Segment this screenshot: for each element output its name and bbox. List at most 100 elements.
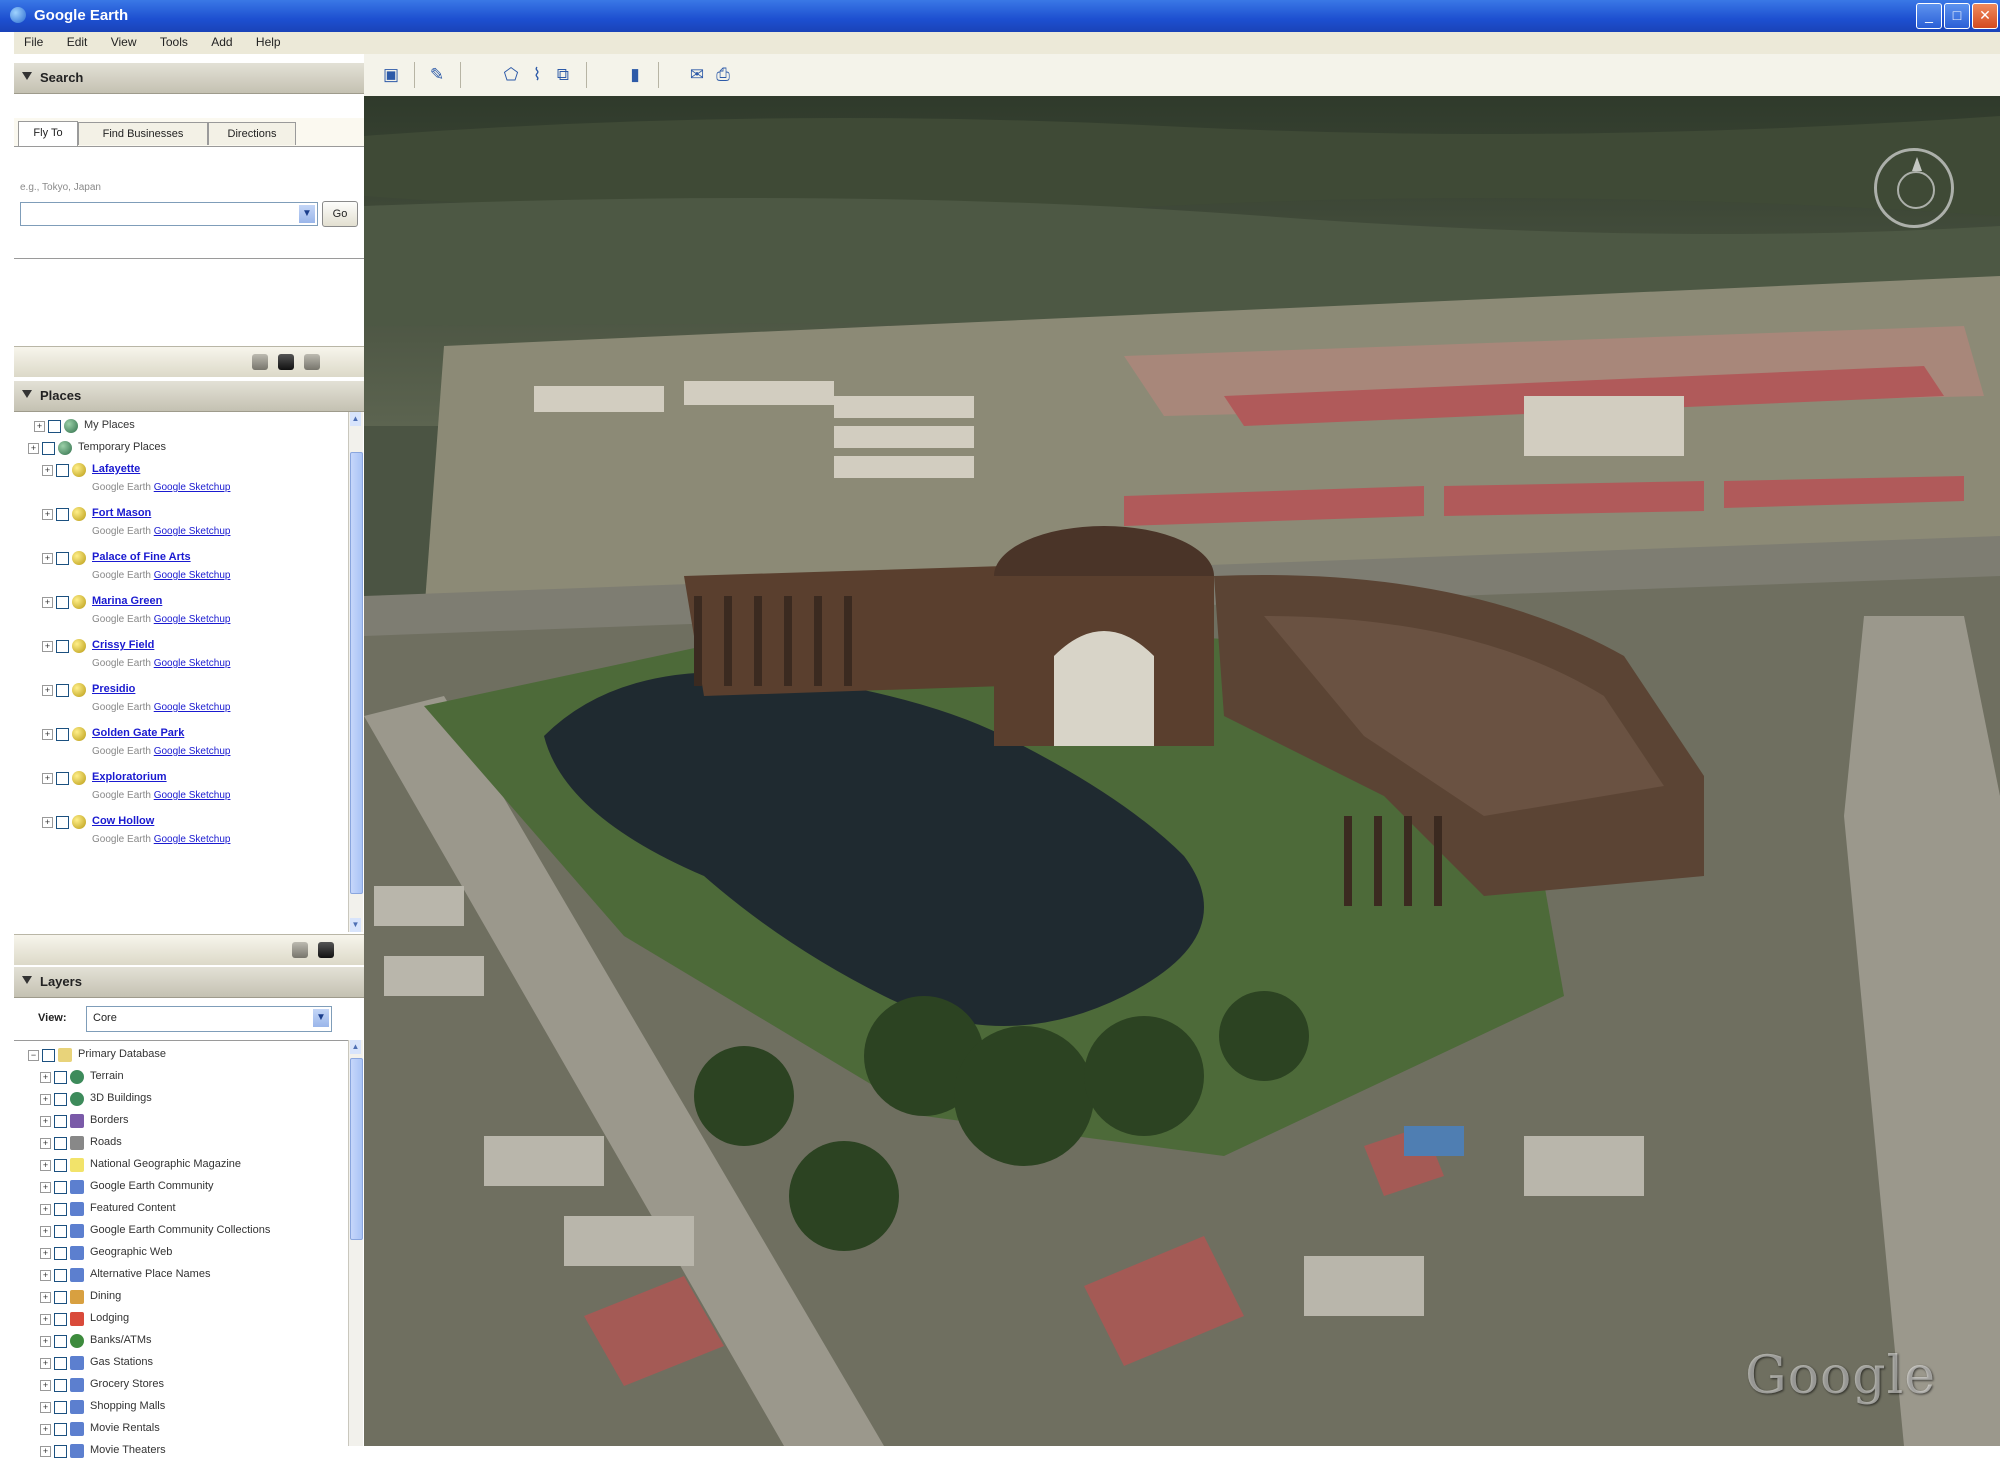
sidebar-toggle-icon[interactable]: ▣ [378, 62, 404, 88]
places-item-label[interactable]: Exploratorium [92, 771, 167, 783]
expand-toggle-icon[interactable]: + [42, 773, 53, 784]
collapse-arrow-icon[interactable] [22, 390, 32, 398]
chevron-down-icon[interactable]: ▼ [313, 1009, 329, 1027]
menu-edit[interactable]: Edit [57, 32, 98, 52]
clear-search-icon[interactable] [252, 354, 268, 370]
description-link[interactable]: Google Sketchup [154, 834, 231, 845]
description-link[interactable]: Google Sketchup [154, 790, 231, 801]
copy-to-places-icon[interactable] [278, 354, 294, 370]
places-item-label[interactable]: Golden Gate Park [92, 727, 184, 739]
layer-checkbox[interactable] [54, 1269, 67, 1282]
title-bar[interactable]: Google Earth _ □ ✕ [0, 0, 2000, 32]
expand-toggle-icon[interactable]: + [42, 509, 53, 520]
places-panel-header[interactable]: Places [14, 380, 364, 412]
layer-checkbox[interactable] [54, 1445, 67, 1458]
expand-toggle-icon[interactable]: + [40, 1314, 51, 1325]
expand-toggle-icon[interactable]: + [42, 597, 53, 608]
layer-checkbox[interactable] [54, 1137, 67, 1150]
menu-tools[interactable]: Tools [150, 32, 198, 52]
visibility-checkbox[interactable] [48, 420, 61, 433]
description-link[interactable]: Google Sketchup [154, 614, 231, 625]
visibility-checkbox[interactable] [42, 442, 55, 455]
expand-toggle-icon[interactable]: + [28, 443, 39, 454]
search-panel-header[interactable]: Search [14, 62, 364, 94]
tab-fly-to[interactable]: Fly To [18, 121, 78, 146]
layer-checkbox[interactable] [54, 1203, 67, 1216]
description-link[interactable]: Google Sketchup [154, 570, 231, 581]
places-item-label[interactable]: Crissy Field [92, 639, 154, 651]
tab-directions[interactable]: Directions [208, 122, 296, 145]
chevron-down-icon[interactable]: ▼ [299, 205, 315, 223]
expand-toggle-icon[interactable]: + [42, 641, 53, 652]
expand-toggle-icon[interactable]: + [40, 1336, 51, 1347]
expand-toggle-icon[interactable]: + [42, 685, 53, 696]
visibility-checkbox[interactable] [56, 596, 69, 609]
expand-toggle-icon[interactable]: + [40, 1402, 51, 1413]
expand-toggle-icon[interactable]: + [40, 1424, 51, 1435]
visibility-checkbox[interactable] [56, 684, 69, 697]
menu-view[interactable]: View [101, 32, 147, 52]
layer-checkbox[interactable] [54, 1379, 67, 1392]
layer-checkbox[interactable] [54, 1291, 67, 1304]
menu-file[interactable]: File [14, 32, 53, 52]
expand-toggle-icon[interactable]: + [40, 1182, 51, 1193]
minimize-button[interactable]: _ [1916, 3, 1942, 29]
layer-checkbox[interactable] [54, 1225, 67, 1238]
places-item-label[interactable]: Lafayette [92, 463, 140, 475]
expand-toggle-icon[interactable]: + [40, 1094, 51, 1105]
path-icon[interactable]: ⌇ [524, 62, 550, 88]
description-link[interactable]: Google Sketchup [154, 658, 231, 669]
maximize-button[interactable]: □ [1944, 3, 1970, 29]
menu-help[interactable]: Help [246, 32, 291, 52]
expand-toggle-icon[interactable]: + [40, 1204, 51, 1215]
collapse-arrow-icon[interactable] [22, 72, 32, 80]
print-icon[interactable]: ⎙ [710, 62, 736, 88]
expand-toggle-icon[interactable]: + [40, 1292, 51, 1303]
polygon-icon[interactable]: ⬠ [498, 62, 524, 88]
expand-toggle-icon[interactable]: + [40, 1270, 51, 1281]
layer-checkbox[interactable] [54, 1093, 67, 1106]
email-icon[interactable]: ✉ [684, 62, 710, 88]
visibility-checkbox[interactable] [56, 640, 69, 653]
visibility-checkbox[interactable] [56, 728, 69, 741]
description-link[interactable]: Google Sketchup [154, 702, 231, 713]
expand-toggle-icon[interactable]: + [34, 421, 45, 432]
places-tour-icon[interactable] [292, 942, 308, 958]
layer-checkbox[interactable] [54, 1071, 67, 1084]
layers-panel-header[interactable]: Layers [14, 966, 364, 998]
visibility-checkbox[interactable] [56, 508, 69, 521]
close-button[interactable]: ✕ [1972, 3, 1998, 29]
layer-checkbox[interactable] [54, 1181, 67, 1194]
view-results-icon[interactable] [304, 354, 320, 370]
expand-toggle-icon[interactable]: + [40, 1116, 51, 1127]
go-button[interactable]: Go [322, 201, 358, 227]
expand-toggle-icon[interactable]: + [40, 1358, 51, 1369]
layers-view-select[interactable]: Core ▼ [86, 1006, 332, 1032]
places-play-icon[interactable] [318, 942, 334, 958]
menu-add[interactable]: Add [201, 32, 242, 52]
layer-checkbox[interactable] [54, 1357, 67, 1370]
expand-toggle-icon[interactable]: + [40, 1072, 51, 1083]
visibility-checkbox[interactable] [56, 464, 69, 477]
scroll-down-icon[interactable]: ▼ [350, 918, 361, 932]
compass-ring[interactable] [1897, 171, 1935, 209]
expand-toggle-icon[interactable]: + [40, 1226, 51, 1237]
places-item-label[interactable]: Palace of Fine Arts [92, 551, 191, 563]
description-link[interactable]: Google Sketchup [154, 526, 231, 537]
layer-checkbox[interactable] [54, 1247, 67, 1260]
places-item-label[interactable]: Fort Mason [92, 507, 151, 519]
north-compass-icon[interactable] [1874, 148, 1954, 228]
expand-toggle-icon[interactable]: + [42, 729, 53, 740]
description-link[interactable]: Google Sketchup [154, 482, 231, 493]
scroll-up-icon[interactable]: ▲ [350, 1040, 361, 1054]
layer-checkbox[interactable] [54, 1313, 67, 1326]
layer-checkbox[interactable] [54, 1401, 67, 1414]
places-item-label[interactable]: Marina Green [92, 595, 162, 607]
expand-toggle-icon[interactable]: + [40, 1138, 51, 1149]
expand-toggle-icon[interactable]: + [40, 1380, 51, 1391]
expand-toggle-icon[interactable]: − [28, 1050, 39, 1061]
layer-checkbox[interactable] [42, 1049, 55, 1062]
fly-to-input[interactable]: ▼ [20, 202, 318, 226]
places-item-label[interactable]: Presidio [92, 683, 135, 695]
places-item-label[interactable]: Cow Hollow [92, 815, 154, 827]
